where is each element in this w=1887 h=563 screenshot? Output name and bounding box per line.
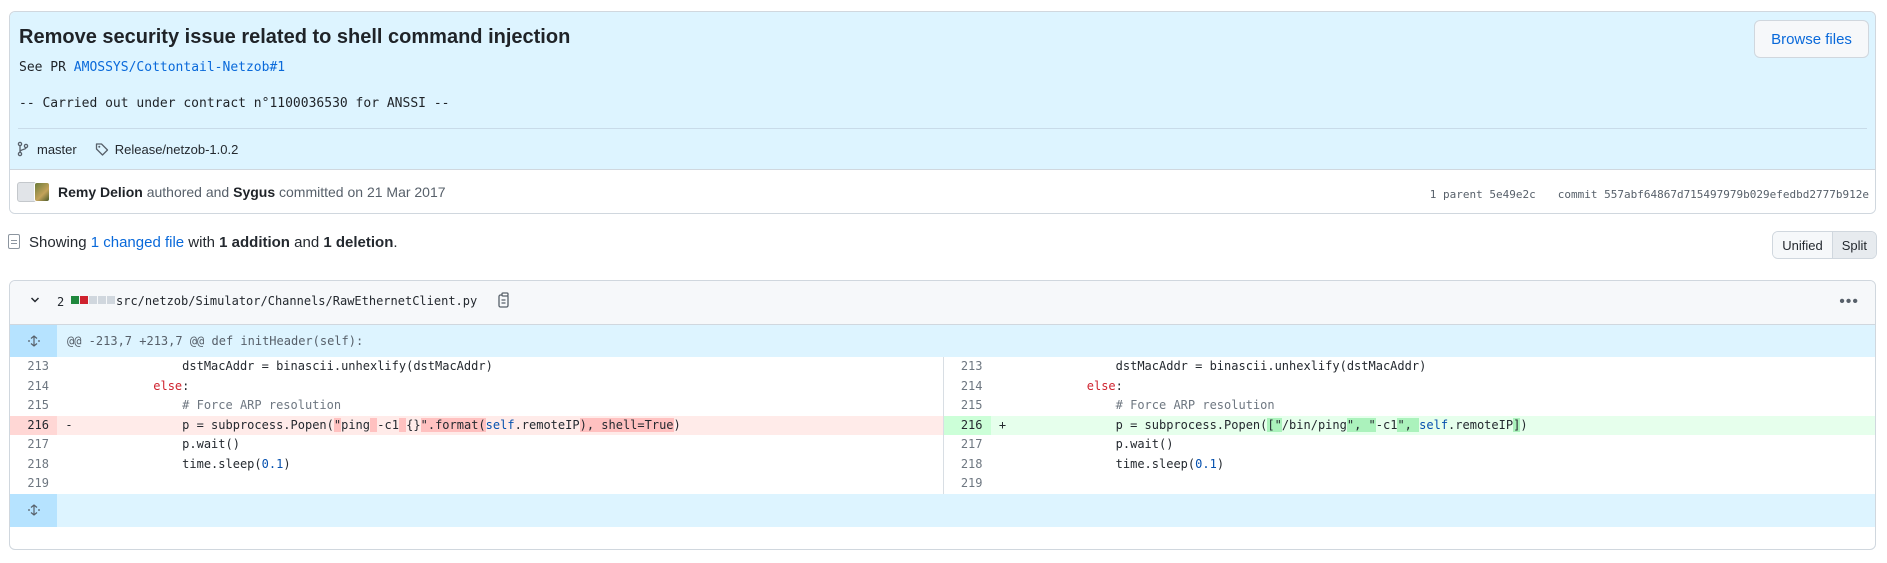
code-line: p = subprocess.Popen("ping -c1 {}".forma… bbox=[81, 417, 681, 432]
code-line: else: bbox=[1086, 378, 1123, 393]
committer-link[interactable]: Sygus bbox=[233, 184, 275, 200]
changed-files-link[interactable]: 1 changed file bbox=[91, 234, 184, 251]
unfold-icon[interactable] bbox=[10, 325, 57, 357]
hunk-expander bbox=[10, 493, 1875, 527]
diff-view-toggle: Unified Split bbox=[1772, 231, 1877, 259]
code-line: else: bbox=[153, 378, 190, 393]
pr-prefix: See PR bbox=[19, 60, 74, 75]
commit-parent-info: 1 parent 5e49e2c commit 557abf64867d7154… bbox=[1430, 188, 1869, 201]
hunk-header: @@ -213,7 +213,7 @@ def initHeader(self)… bbox=[10, 325, 1875, 357]
file-header: 2 src/netzob/Simulator/Channels/RawEther… bbox=[10, 281, 1875, 325]
commit-box: Remove security issue related to shell c… bbox=[9, 11, 1876, 214]
authored-text: authored and bbox=[142, 184, 234, 200]
unfold-icon[interactable] bbox=[10, 493, 57, 527]
diffstat-block bbox=[89, 296, 97, 304]
tag-icon bbox=[95, 141, 109, 157]
code-line: p.wait() bbox=[1014, 437, 1174, 451]
change-count: 2 bbox=[57, 295, 65, 309]
plus-sign: + bbox=[998, 417, 1007, 432]
with-text: with bbox=[184, 234, 220, 251]
deleted-line: 216- p = subprocess.Popen("ping -c1 {}".… bbox=[10, 415, 943, 435]
line-number[interactable]: 217 bbox=[10, 435, 57, 455]
code-line: p.wait() bbox=[81, 437, 240, 451]
line-number[interactable]: 213 bbox=[10, 357, 57, 377]
line-number[interactable]: 216 bbox=[10, 415, 57, 435]
diffstat-block bbox=[107, 296, 115, 304]
period-text: . bbox=[393, 234, 398, 251]
branch-list: master Release/netzob-1.0.2 bbox=[17, 141, 238, 157]
diff-row: 219 219 bbox=[10, 474, 1875, 494]
diffstat-block bbox=[80, 296, 88, 304]
avatar[interactable] bbox=[34, 182, 50, 202]
author-link[interactable]: Remy Delion bbox=[58, 184, 143, 200]
line-number[interactable]: 219 bbox=[10, 474, 57, 494]
file-diff-icon bbox=[8, 234, 20, 249]
additions-count: 1 addition bbox=[219, 234, 290, 251]
line-number[interactable]: 214 bbox=[944, 377, 991, 397]
line-number[interactable]: 215 bbox=[944, 396, 991, 416]
line-number[interactable]: 218 bbox=[944, 455, 991, 475]
code-line: # Force ARP resolution bbox=[81, 398, 342, 412]
line-number[interactable]: 216 bbox=[943, 415, 991, 435]
line-number[interactable]: 217 bbox=[944, 435, 991, 455]
divider bbox=[18, 128, 1867, 129]
commit-title: Remove security issue related to shell c… bbox=[19, 26, 571, 48]
code-line: p = subprocess.Popen(["/bin/ping", "-c1"… bbox=[1014, 417, 1528, 432]
diff-row: 216- p = subprocess.Popen("ping -c1 {}".… bbox=[10, 415, 1875, 435]
commit-authors: Remy Delion authored and Sygus committed… bbox=[58, 184, 446, 200]
diff-row: 213 dstMacAddr = binascii.unhexlify(dstM… bbox=[10, 357, 1875, 377]
code-line: dstMacAddr = binascii.unhexlify(dstMacAd… bbox=[81, 359, 493, 373]
code-line: time.sleep(0.1) bbox=[1014, 456, 1225, 471]
showing-text: Showing bbox=[29, 234, 91, 251]
parent-link[interactable]: 1 parent 5e49e2c bbox=[1430, 188, 1536, 201]
diffstat-block bbox=[71, 296, 79, 304]
contract-text: -- Carried out under contract n°11000365… bbox=[19, 96, 450, 111]
branch-link[interactable]: master bbox=[37, 142, 77, 157]
avatar-group[interactable] bbox=[17, 182, 50, 202]
tag-link[interactable]: Release/netzob-1.0.2 bbox=[115, 142, 239, 157]
and-text: and bbox=[289, 234, 324, 251]
line-number[interactable]: 218 bbox=[10, 455, 57, 475]
kebab-horizontal-icon[interactable]: ••• bbox=[1839, 293, 1859, 311]
line-number[interactable]: 214 bbox=[10, 377, 57, 397]
unified-button[interactable]: Unified bbox=[1773, 232, 1832, 258]
code-line: dstMacAddr = binascii.unhexlify(dstMacAd… bbox=[1014, 359, 1427, 373]
diff-rows: 213 dstMacAddr = binascii.unhexlify(dstM… bbox=[10, 357, 1875, 494]
diffstat-blocks bbox=[71, 296, 115, 304]
committed-text: committed on 21 Mar 2017 bbox=[275, 184, 446, 200]
deletions-count: 1 deletion bbox=[323, 234, 394, 251]
commit-sha: commit 557abf64867d715497979b029efedbd27… bbox=[1557, 188, 1869, 201]
code-line: # Force ARP resolution bbox=[1014, 398, 1275, 412]
copy-icon[interactable] bbox=[498, 292, 512, 308]
diff-row: 215 # Force ARP resolution 215 # Force A… bbox=[10, 396, 1875, 416]
file-path[interactable]: src/netzob/Simulator/Channels/RawEtherne… bbox=[116, 294, 477, 308]
diff-row: 218 time.sleep(0.1) 218 time.sleep(0.1) bbox=[10, 454, 1875, 475]
diff-summary: Showing 1 changed file with 1 addition a… bbox=[29, 234, 398, 251]
git-branch-icon bbox=[17, 141, 31, 157]
line-number[interactable]: 213 bbox=[944, 357, 991, 377]
diffstat-block bbox=[98, 296, 106, 304]
pr-link[interactable]: AMOSSYS/Cottontail-Netzob#1 bbox=[74, 60, 285, 75]
commit-meta: Remy Delion authored and Sygus committed… bbox=[10, 171, 1875, 213]
split-button[interactable]: Split bbox=[1831, 232, 1876, 258]
file-diff: 2 src/netzob/Simulator/Channels/RawEther… bbox=[9, 280, 1876, 550]
diff-toolbar: Showing 1 changed file with 1 addition a… bbox=[8, 230, 1877, 260]
minus-sign: - bbox=[65, 417, 73, 432]
browse-files-button[interactable]: Browse files bbox=[1754, 20, 1869, 58]
code-line: time.sleep(0.1) bbox=[81, 456, 291, 471]
commit-description: See PR AMOSSYS/Cottontail-Netzob#1 -- Ca… bbox=[19, 59, 449, 113]
commit-header: Remove security issue related to shell c… bbox=[10, 12, 1875, 170]
line-number[interactable]: 215 bbox=[10, 396, 57, 416]
line-number[interactable]: 219 bbox=[944, 474, 991, 494]
added-line: 216 + p = subprocess.Popen(["/bin/ping", … bbox=[942, 415, 1875, 435]
diff-row: 217 p.wait() 217 p.wait() bbox=[10, 435, 1875, 455]
chevron-down-icon[interactable] bbox=[30, 295, 40, 305]
diff-row: 214 else: 214 else: bbox=[10, 376, 1875, 397]
hunk-header-text: @@ -213,7 +213,7 @@ def initHeader(self)… bbox=[67, 334, 364, 348]
